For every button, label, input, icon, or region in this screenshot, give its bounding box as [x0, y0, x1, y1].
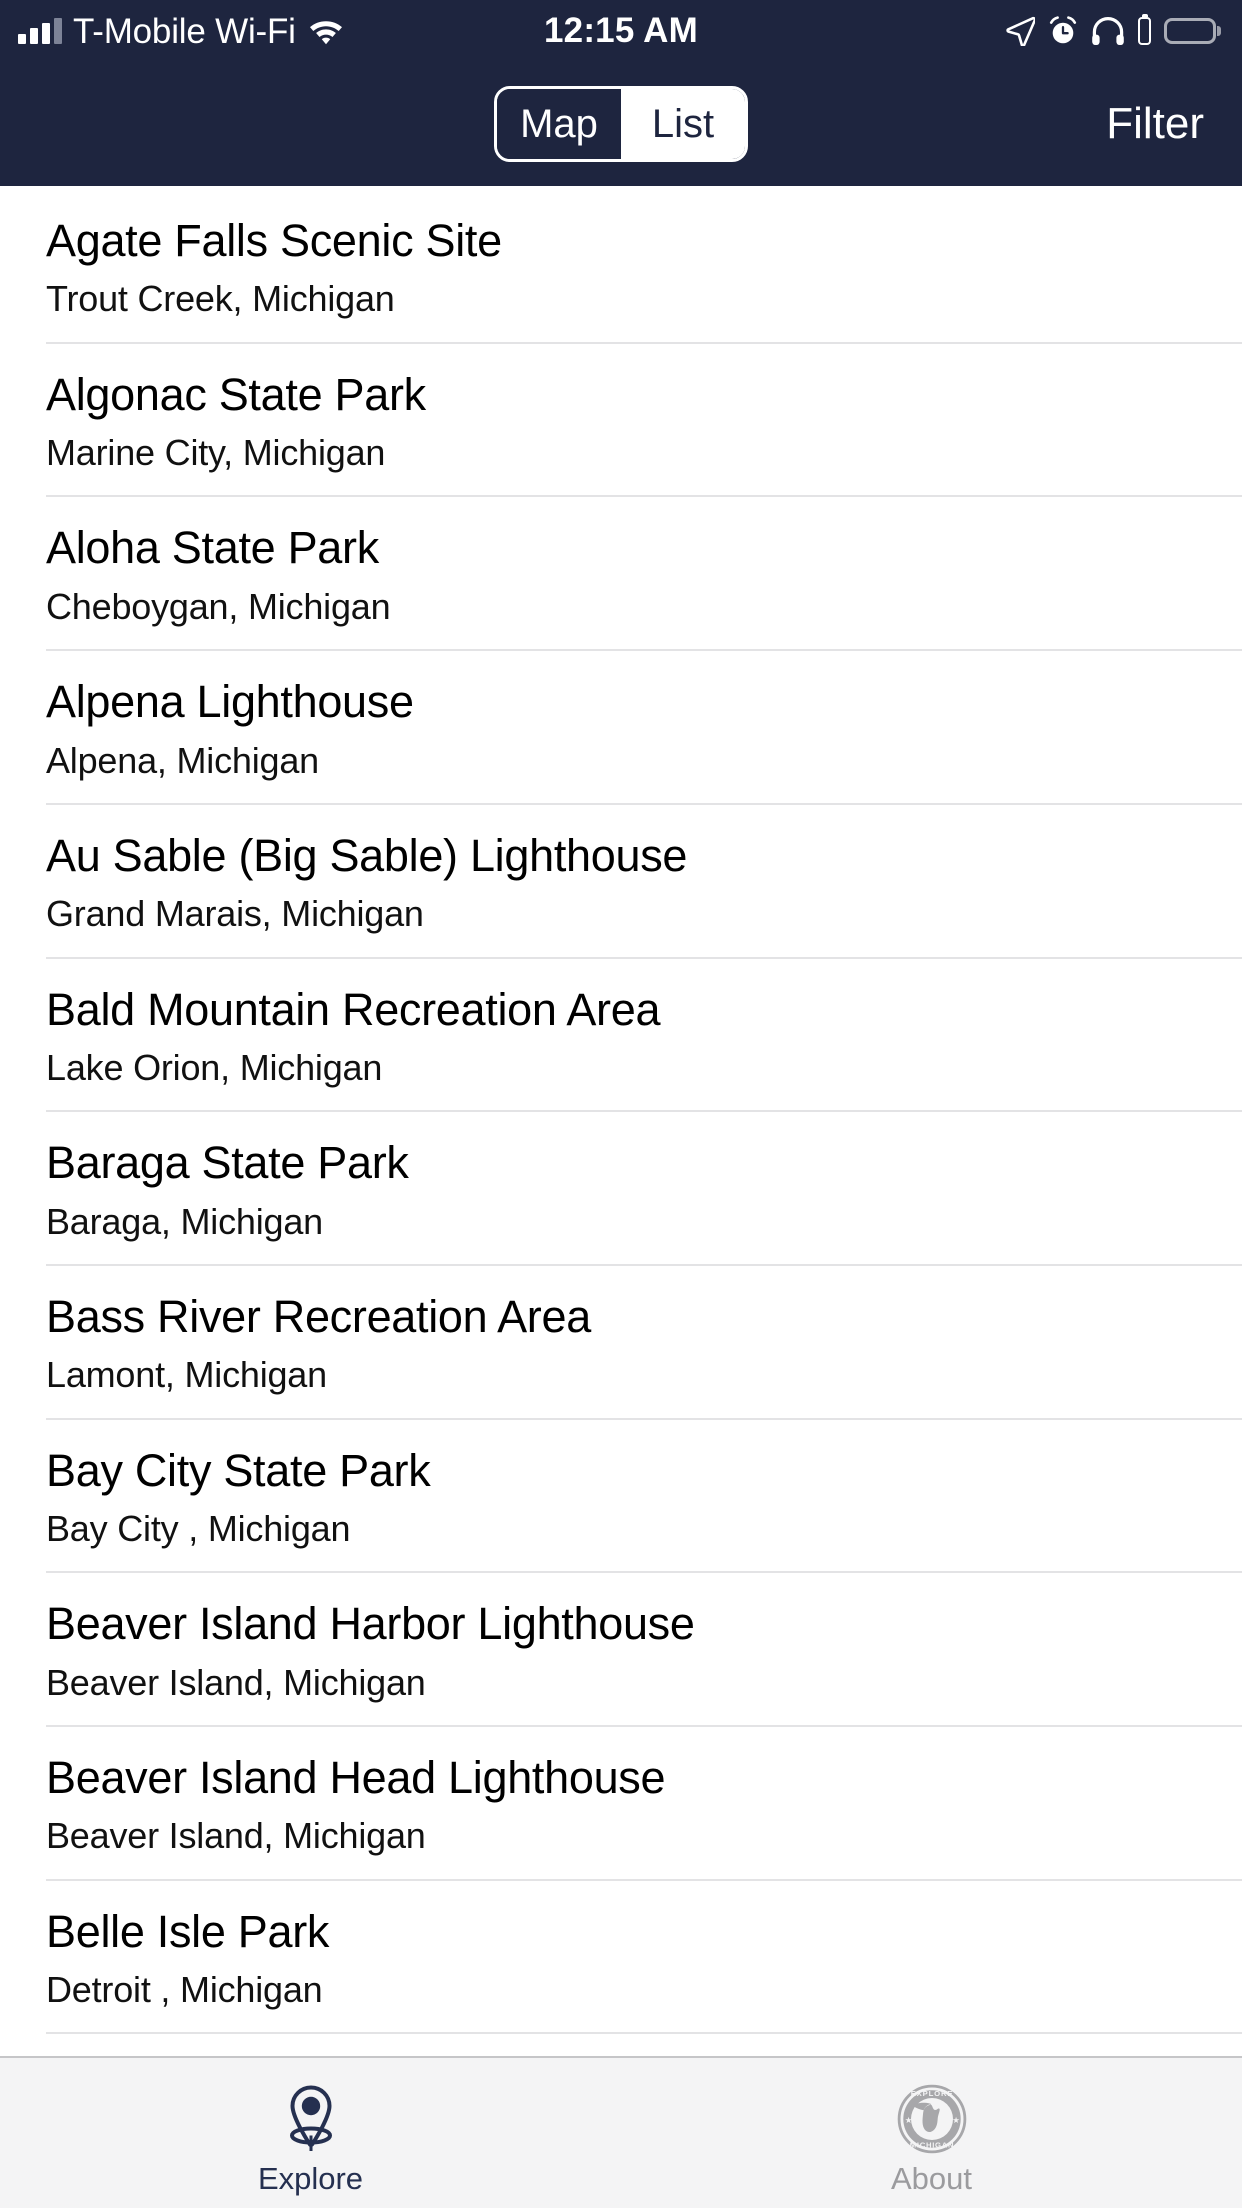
list-item-title: Bass River Recreation Area [46, 1290, 591, 1342]
list-item[interactable]: Algonac State Park Marine City, Michigan [46, 344, 1242, 498]
list-item-title: Belle Isle Park [46, 1905, 330, 1957]
cellular-signal-icon [18, 18, 62, 44]
map-list-segmented-control[interactable]: Map List [494, 86, 748, 162]
segment-list[interactable]: List [621, 89, 745, 159]
list-item-title: Beaver Island Harbor Lighthouse [46, 1598, 695, 1650]
segment-map[interactable]: Map [497, 89, 621, 159]
carrier-label: T-Mobile Wi-Fi [73, 11, 296, 51]
tab-bar: Explore EXPLORE MICHIGAN ★ ★ About [0, 2056, 1242, 2208]
battery-icon [1164, 18, 1216, 44]
list-item[interactable]: Baraga State Park Baraga, Michigan [46, 1112, 1242, 1266]
list-item-title: Alpena Lighthouse [46, 676, 414, 728]
alarm-clock-icon [1048, 16, 1078, 46]
svg-text:★: ★ [904, 2115, 912, 2125]
header: T-Mobile Wi-Fi 12:15 AM Map List Filter [0, 0, 1242, 186]
list-item-subtitle: Detroit , Michigan [46, 1969, 323, 2011]
list-item[interactable]: Agate Falls Scenic Site Trout Creek, Mic… [46, 186, 1242, 344]
list-item-subtitle: Beaver Island, Michigan [46, 1661, 426, 1703]
list-item-subtitle: Baraga, Michigan [46, 1200, 323, 1242]
list-item-subtitle: Lake Orion, Michigan [46, 1046, 383, 1088]
list-item[interactable]: Bald Mountain Recreation Area Lake Orion… [46, 959, 1242, 1113]
explore-michigan-logo-icon: EXPLORE MICHIGAN ★ ★ [897, 2081, 967, 2157]
status-bar-left: T-Mobile Wi-Fi [18, 14, 345, 49]
svg-text:MICHIGAN: MICHIGAN [909, 2140, 953, 2149]
list-item[interactable]: Alpena Lighthouse Alpena, Michigan [46, 651, 1242, 805]
tab-explore[interactable]: Explore [0, 2058, 621, 2208]
status-bar-right [1005, 16, 1216, 46]
list-item-title: Aloha State Park [46, 522, 379, 574]
nav-bar: Map List Filter [0, 62, 1242, 186]
list-item-subtitle: Marine City, Michigan [46, 432, 386, 474]
list-item-subtitle: Alpena, Michigan [46, 739, 319, 781]
app-screen: T-Mobile Wi-Fi 12:15 AM Map List Filter … [0, 0, 1242, 2208]
list-item[interactable]: Aloha State Park Cheboygan, Michigan [46, 497, 1242, 652]
list-item[interactable]: Bass River Recreation Area Lamont, Michi… [46, 1266, 1242, 1420]
list-item-subtitle: Beaver Island, Michigan [46, 1815, 426, 1857]
list-item[interactable]: Bay City State Park Bay City , Michigan [46, 1420, 1242, 1574]
filter-button[interactable]: Filter [1106, 102, 1204, 146]
list-item[interactable]: Belle Isle Park Detroit , Michigan [46, 1881, 1242, 2035]
list-item[interactable]: Beaver Island Head Lighthouse Beaver Isl… [46, 1727, 1242, 1881]
list-item-title: Bay City State Park [46, 1444, 431, 1496]
list-item-title: Au Sable (Big Sable) Lighthouse [46, 829, 688, 881]
headphones-icon [1091, 16, 1125, 46]
list-item-title: Agate Falls Scenic Site [46, 215, 502, 266]
location-arrow-icon [1005, 16, 1035, 46]
map-pin-icon [279, 2081, 343, 2157]
headphone-battery-icon [1138, 17, 1151, 45]
list-item[interactable]: Au Sable (Big Sable) Lighthouse Grand Ma… [46, 805, 1242, 959]
list-item[interactable]: Beaver Island Harbor Lighthouse Beaver I… [46, 1573, 1242, 1728]
list-item-subtitle: Cheboygan, Michigan [46, 585, 391, 627]
svg-text:EXPLORE: EXPLORE [910, 2088, 953, 2097]
svg-text:★: ★ [952, 2115, 960, 2125]
status-bar: T-Mobile Wi-Fi 12:15 AM [0, 0, 1242, 62]
tab-about-label: About [890, 2160, 972, 2196]
tab-explore-label: Explore [257, 2160, 364, 2196]
list-item-title: Bald Mountain Recreation Area [46, 983, 661, 1035]
list-item-title: Baraga State Park [46, 1137, 409, 1189]
wifi-icon [307, 17, 345, 45]
list-item-title: Beaver Island Head Lighthouse [46, 1752, 666, 1804]
list-item-title: Algonac State Park [46, 368, 426, 420]
tab-about[interactable]: EXPLORE MICHIGAN ★ ★ About [621, 2058, 1242, 2208]
places-list[interactable]: Agate Falls Scenic Site Trout Creek, Mic… [0, 186, 1242, 2056]
list-item-subtitle: Grand Marais, Michigan [46, 893, 424, 935]
list-item-subtitle: Trout Creek, Michigan [46, 278, 395, 320]
list-item-subtitle: Bay City , Michigan [46, 1508, 351, 1550]
list-item-subtitle: Lamont, Michigan [46, 1354, 327, 1396]
